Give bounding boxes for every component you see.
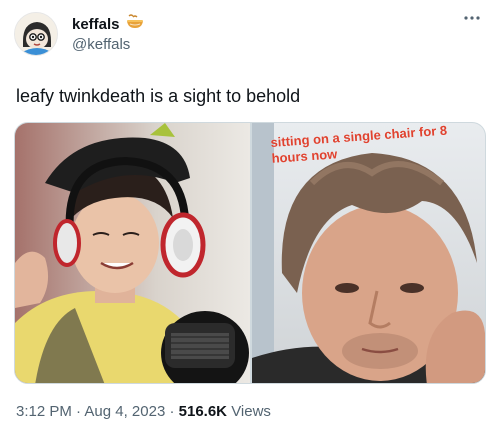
- views-count[interactable]: 516.6K: [179, 403, 227, 420]
- meta-separator: ·: [76, 403, 82, 420]
- author-avatar[interactable]: [14, 12, 58, 56]
- more-options-icon[interactable]: [460, 10, 484, 30]
- media-photo-right[interactable]: sitting on a single chair for 8 hours no…: [252, 123, 485, 383]
- tweet-date[interactable]: Aug 4, 2023: [84, 403, 165, 420]
- media-photo-left[interactable]: [15, 123, 250, 383]
- author-display-name[interactable]: keffals: [72, 14, 144, 35]
- tweet-card: keffals @keffals leafy twinkdeath is a s…: [0, 0, 500, 442]
- photo-person-headphones-icon: [15, 123, 250, 383]
- views-label: Views: [231, 403, 271, 420]
- tweet-meta: 3:12 PM · Aug 4, 2023 · 516.6K Views: [16, 402, 271, 422]
- tweet-media[interactable]: sitting on a single chair for 8 hours no…: [14, 122, 486, 384]
- meta-separator: ·: [169, 403, 175, 420]
- avatar-illustration-icon: [15, 13, 57, 55]
- display-name-text: keffals: [72, 15, 120, 33]
- author-handle[interactable]: @keffals: [72, 36, 130, 54]
- ramen-bowl-icon: [126, 14, 144, 35]
- tweet-text: leafy twinkdeath is a sight to behold: [16, 86, 301, 106]
- tweet-time[interactable]: 3:12 PM: [16, 403, 72, 420]
